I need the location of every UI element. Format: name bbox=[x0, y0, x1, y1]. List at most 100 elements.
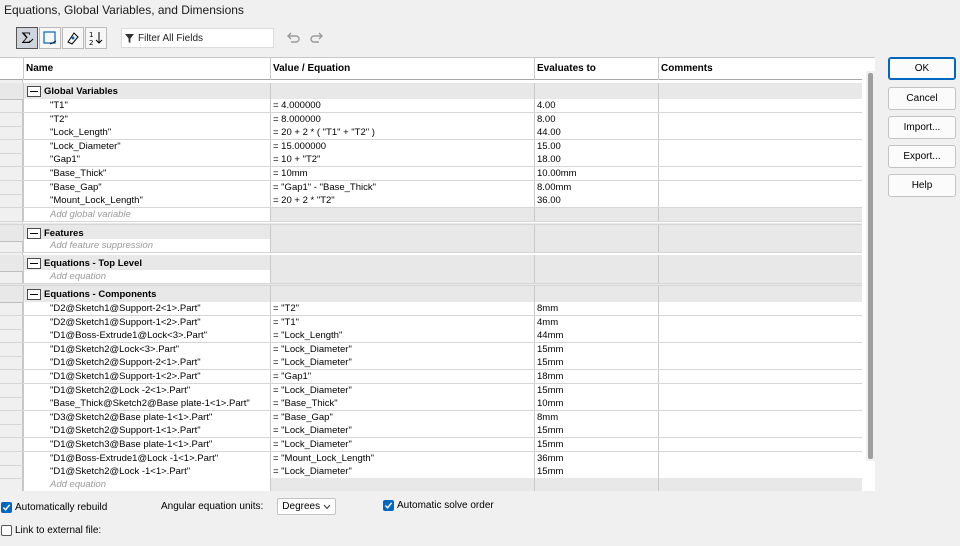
auto-rebuild-option[interactable]: Automatically rebuild bbox=[1, 502, 107, 513]
evaluates-cell[interactable]: 36.00 bbox=[534, 194, 658, 208]
sketch-equation-view-button[interactable] bbox=[39, 27, 61, 49]
add-top-equation[interactable]: Add equation bbox=[23, 270, 270, 283]
equation-cell[interactable]: = 15.000000 bbox=[270, 139, 534, 153]
collapse-icon[interactable] bbox=[27, 289, 41, 300]
collapse-icon[interactable] bbox=[27, 86, 41, 97]
name-cell[interactable]: "Base_Gap" bbox=[23, 180, 270, 194]
comment-cell[interactable] bbox=[658, 315, 862, 329]
cancel-button[interactable]: Cancel bbox=[888, 87, 956, 110]
name-cell[interactable]: "D3@Sketch2@Base plate-1<1>.Part" bbox=[23, 410, 270, 424]
evaluates-cell[interactable]: 4.00 bbox=[534, 99, 658, 112]
equation-cell[interactable]: = "Gap1" - "Base_Thick" bbox=[270, 180, 534, 194]
name-cell[interactable]: "Base_Thick@Sketch2@Base plate-1<1>.Part… bbox=[23, 397, 270, 411]
evaluates-cell[interactable]: 15.00 bbox=[534, 139, 658, 153]
name-cell[interactable]: "Lock_Diameter" bbox=[23, 139, 270, 153]
comment-cell[interactable] bbox=[658, 410, 862, 424]
name-cell[interactable]: "D1@Sketch2@Lock<3>.Part" bbox=[23, 342, 270, 356]
ordered-view-button[interactable]: 12 bbox=[85, 27, 107, 49]
collapse-icon[interactable] bbox=[27, 228, 41, 239]
name-cell[interactable]: "D2@Sketch1@Support-2<1>.Part" bbox=[23, 302, 270, 315]
name-cell[interactable]: "D1@Boss-Extrude1@Lock -1<1>.Part" bbox=[23, 451, 270, 465]
equation-cell[interactable]: = "Lock_Diameter" bbox=[270, 438, 534, 451]
comment-cell[interactable] bbox=[658, 112, 862, 126]
comment-cell[interactable] bbox=[658, 167, 862, 180]
evaluates-cell[interactable]: 8.00mm bbox=[534, 180, 658, 194]
evaluates-cell[interactable]: 8.00 bbox=[534, 112, 658, 126]
equation-cell[interactable]: = "Base_Gap" bbox=[270, 410, 534, 424]
comment-cell[interactable] bbox=[658, 139, 862, 153]
dimension-view-button[interactable] bbox=[62, 27, 84, 49]
comment-cell[interactable] bbox=[658, 465, 862, 479]
comment-cell[interactable] bbox=[658, 194, 862, 208]
name-cell[interactable]: "D1@Sketch2@Lock -2<1>.Part" bbox=[23, 383, 270, 397]
vertical-scrollbar[interactable] bbox=[866, 71, 875, 461]
equation-cell[interactable]: = 10 + "T2" bbox=[270, 153, 534, 167]
equation-cell[interactable]: = 4.000000 bbox=[270, 99, 534, 112]
import-button[interactable]: Import... bbox=[888, 116, 956, 139]
name-cell[interactable]: "D1@Sketch2@Lock -1<1>.Part" bbox=[23, 465, 270, 479]
add-component-equation[interactable]: Add equation bbox=[23, 478, 270, 491]
evaluates-cell[interactable]: 8mm bbox=[534, 302, 658, 315]
comment-cell[interactable] bbox=[658, 397, 862, 411]
evaluates-cell[interactable]: 15mm bbox=[534, 438, 658, 451]
name-cell[interactable]: "T1" bbox=[23, 99, 270, 112]
equation-view-button[interactable]: Σ bbox=[16, 27, 38, 49]
comment-cell[interactable] bbox=[658, 370, 862, 383]
equation-cell[interactable]: = "Mount_Lock_Length" bbox=[270, 451, 534, 465]
auto-solve-option[interactable]: Automatic solve order bbox=[383, 500, 494, 511]
name-cell[interactable]: "D1@Sketch1@Support-1<2>.Part" bbox=[23, 370, 270, 383]
comment-cell[interactable] bbox=[658, 126, 862, 140]
equation-cell[interactable]: = "Lock_Diameter" bbox=[270, 356, 534, 370]
equation-cell[interactable]: = "Lock_Diameter" bbox=[270, 424, 534, 438]
redo-icon[interactable] bbox=[309, 30, 325, 46]
evaluates-cell[interactable]: 10.00mm bbox=[534, 167, 658, 180]
name-cell[interactable]: "Mount_Lock_Length" bbox=[23, 194, 270, 208]
equation-cell[interactable]: = "T2" bbox=[270, 302, 534, 315]
name-cell[interactable]: "Gap1" bbox=[23, 153, 270, 167]
comment-cell[interactable] bbox=[658, 383, 862, 397]
name-cell[interactable]: "D1@Boss-Extrude1@Lock<3>.Part" bbox=[23, 329, 270, 343]
evaluates-cell[interactable]: 8mm bbox=[534, 410, 658, 424]
evaluates-cell[interactable]: 36mm bbox=[534, 451, 658, 465]
group-global[interactable]: Global Variables bbox=[23, 83, 270, 99]
equation-cell[interactable]: = "Base_Thick" bbox=[270, 397, 534, 411]
name-cell[interactable]: "D1@Sketch3@Base plate-1<1>.Part" bbox=[23, 438, 270, 451]
group-top-level[interactable]: Equations - Top Level bbox=[23, 255, 270, 271]
equation-cell[interactable]: = "Lock_Diameter" bbox=[270, 383, 534, 397]
link-external-option[interactable]: Link to external file: bbox=[1, 525, 101, 536]
group-components[interactable]: Equations - Components bbox=[23, 286, 270, 302]
name-cell[interactable]: "D1@Sketch2@Support-2<1>.Part" bbox=[23, 356, 270, 370]
comment-cell[interactable] bbox=[658, 99, 862, 112]
name-cell[interactable]: "Lock_Length" bbox=[23, 126, 270, 140]
col-header-name[interactable]: Name bbox=[23, 58, 270, 80]
comment-cell[interactable] bbox=[658, 180, 862, 194]
equation-cell[interactable]: = 20 + 2 * ( "T1" + "T2" ) bbox=[270, 126, 534, 140]
comment-cell[interactable] bbox=[658, 153, 862, 167]
comment-cell[interactable] bbox=[658, 342, 862, 356]
col-header-evaluates[interactable]: Evaluates to bbox=[534, 58, 658, 80]
equation-cell[interactable]: = 8.000000 bbox=[270, 112, 534, 126]
evaluates-cell[interactable]: 10mm bbox=[534, 397, 658, 411]
ok-button[interactable]: OK bbox=[888, 57, 956, 80]
evaluates-cell[interactable]: 44mm bbox=[534, 329, 658, 343]
equation-cell[interactable]: = "T1" bbox=[270, 315, 534, 329]
equation-cell[interactable]: = "Gap1" bbox=[270, 370, 534, 383]
equation-cell[interactable]: = 20 + 2 * "T2" bbox=[270, 194, 534, 208]
col-header-comments[interactable]: Comments bbox=[658, 58, 862, 80]
export-button[interactable]: Export... bbox=[888, 145, 956, 168]
comment-cell[interactable] bbox=[658, 302, 862, 315]
add-feature-suppression[interactable]: Add feature suppression bbox=[23, 239, 270, 252]
collapse-icon[interactable] bbox=[27, 258, 41, 269]
comment-cell[interactable] bbox=[658, 438, 862, 451]
undo-icon[interactable] bbox=[285, 30, 301, 46]
auto-rebuild-checkbox[interactable] bbox=[1, 502, 12, 513]
name-cell[interactable]: "D2@Sketch1@Support-1<2>.Part" bbox=[23, 315, 270, 329]
evaluates-cell[interactable]: 18mm bbox=[534, 370, 658, 383]
evaluates-cell[interactable]: 15mm bbox=[534, 342, 658, 356]
comment-cell[interactable] bbox=[658, 329, 862, 343]
evaluates-cell[interactable]: 15mm bbox=[534, 383, 658, 397]
name-cell[interactable]: "Base_Thick" bbox=[23, 167, 270, 180]
filter-field[interactable]: Filter All Fields bbox=[121, 28, 274, 48]
auto-solve-checkbox[interactable] bbox=[383, 500, 394, 511]
add-global-variable[interactable]: Add global variable bbox=[23, 208, 270, 221]
